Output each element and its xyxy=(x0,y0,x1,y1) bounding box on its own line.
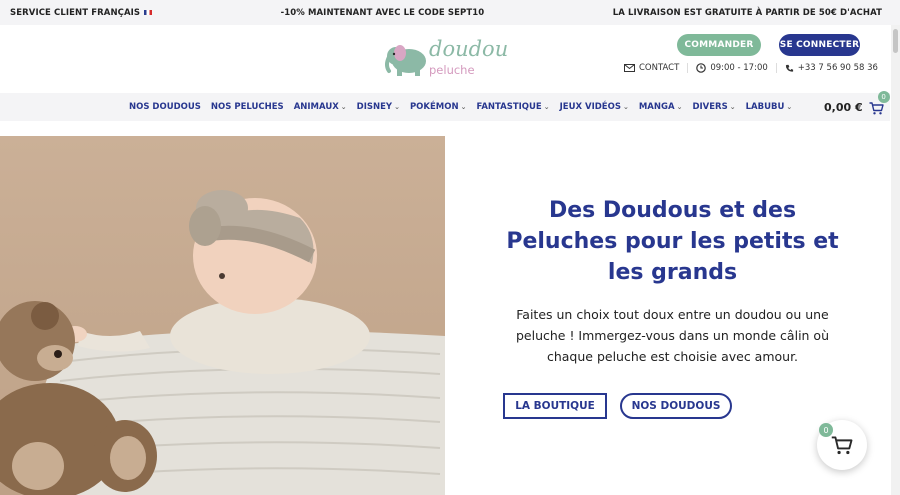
nav-item-label: LABUBU xyxy=(745,102,785,112)
chevron-down-icon: ⌄ xyxy=(460,103,467,111)
chevron-down-icon: ⌄ xyxy=(543,103,550,111)
nav-item-label: DISNEY xyxy=(356,102,393,112)
opening-hours: 09:00 - 17:00 xyxy=(687,63,775,73)
contact-bar: CONTACT 09:00 - 17:00 +33 7 56 90 58 36 xyxy=(624,63,886,73)
floating-cart-button[interactable]: 0 xyxy=(817,420,867,470)
clock-icon xyxy=(696,63,707,73)
scrollbar-thumb[interactable] xyxy=(893,29,898,53)
commander-button[interactable]: COMMANDER xyxy=(677,34,761,56)
chevron-down-icon: ⌄ xyxy=(676,103,683,111)
hero-image xyxy=(0,136,445,495)
top-bar: SERVICE CLIENT FRANÇAIS -10% MAINTENANT … xyxy=(0,0,900,25)
shipping-text: LA LIVRAISON EST GRATUITE À PARTIR DE 50… xyxy=(612,7,882,18)
elephant-icon xyxy=(385,45,426,76)
nav-item-label: FANTASTIQUE xyxy=(476,102,542,112)
contact-label: CONTACT xyxy=(639,63,680,73)
site-logo[interactable]: doudou peluche xyxy=(385,35,515,83)
nav-menu: NOS DOUDOUS NOS PELUCHES ANIMAUX ⌄ DISNEY… xyxy=(129,93,792,121)
cart-icon-wrap: 0 xyxy=(869,91,890,115)
chevron-down-icon: ⌄ xyxy=(729,103,736,111)
contact-link[interactable]: CONTACT xyxy=(624,63,687,73)
nav-item-label: DIVERS xyxy=(692,102,728,112)
hero-buttons: LA BOUTIQUE NOS DOUDOUS xyxy=(503,393,732,419)
nav-item-label: ANIMAUX xyxy=(293,102,339,112)
nav-item-label: POKÉMON xyxy=(409,102,459,112)
nav-item-label: JEUX VIDÉOS xyxy=(559,102,621,112)
service-client-text: SERVICE CLIENT FRANÇAIS xyxy=(10,7,153,18)
hero-content: Des Doudous et des Peluches pour les pet… xyxy=(495,195,850,367)
nav-item-nos-peluches[interactable]: NOS PELUCHES xyxy=(211,102,284,112)
chevron-down-icon: ⌄ xyxy=(786,103,793,111)
mail-icon xyxy=(624,64,635,72)
logo-text-doudou: doudou xyxy=(429,37,509,61)
nav-item-manga[interactable]: MANGA ⌄ xyxy=(639,102,683,112)
floating-cart-count-badge: 0 xyxy=(819,423,833,437)
nav-item-pokemon[interactable]: POKÉMON ⌄ xyxy=(410,102,467,112)
main-navigation: NOS DOUDOUS NOS PELUCHES ANIMAUX ⌄ DISNEY… xyxy=(0,91,890,121)
nav-item-disney[interactable]: DISNEY ⌄ xyxy=(357,102,400,112)
nav-item-nos-doudous[interactable]: NOS DOUDOUS xyxy=(129,102,201,112)
cart-total: 0,00 € xyxy=(824,100,863,114)
cart-icon xyxy=(831,436,853,454)
promo-text: -10% MAINTENANT AVEC LE CODE SEPT10 xyxy=(280,7,485,18)
nav-item-animaux[interactable]: ANIMAUX ⌄ xyxy=(294,102,347,112)
shop-button[interactable]: LA BOUTIQUE xyxy=(503,393,607,419)
chevron-down-icon: ⌄ xyxy=(394,103,400,111)
hero-photo-illustration xyxy=(0,136,445,495)
cart-count-badge: 0 xyxy=(877,91,890,103)
login-button[interactable]: SE CONNECTER xyxy=(779,34,860,56)
nos-doudous-button[interactable]: NOS DOUDOUS xyxy=(620,393,732,419)
cart-icon xyxy=(869,102,884,115)
logo-text-peluche: peluche xyxy=(429,63,475,77)
nav-item-label: NOS PELUCHES xyxy=(210,102,284,112)
nav-item-jeux-videos[interactable]: JEUX VIDÉOS ⌄ xyxy=(560,102,629,112)
nav-item-fantastique[interactable]: FANTASTIQUE ⌄ xyxy=(476,102,549,112)
nav-item-labubu[interactable]: LABUBU ⌄ xyxy=(746,102,793,112)
hours-label: 09:00 - 17:00 xyxy=(710,63,768,73)
chevron-down-icon: ⌄ xyxy=(622,103,629,111)
header-cart[interactable]: 0,00 € 0 xyxy=(824,91,890,121)
site-header: doudou peluche COMMANDER SE CONNECTER CO… xyxy=(0,25,900,93)
hero-title: Des Doudous et des Peluches pour les pet… xyxy=(506,198,839,285)
nav-item-label: NOS DOUDOUS xyxy=(129,102,201,112)
french-flag-icon xyxy=(144,9,153,15)
nav-item-divers[interactable]: DIVERS ⌄ xyxy=(692,102,735,112)
hero-subtitle: Faites un choix tout doux entre un doudo… xyxy=(515,307,830,364)
phone-label: +33 7 56 90 58 36 xyxy=(797,63,878,73)
service-client-label: SERVICE CLIENT FRANÇAIS xyxy=(10,7,141,18)
phone-icon xyxy=(785,64,793,72)
page-scrollbar[interactable] xyxy=(891,25,900,495)
nav-item-label: MANGA xyxy=(638,102,675,112)
phone-link[interactable]: +33 7 56 90 58 36 xyxy=(775,63,886,73)
chevron-down-icon: ⌄ xyxy=(340,103,347,111)
